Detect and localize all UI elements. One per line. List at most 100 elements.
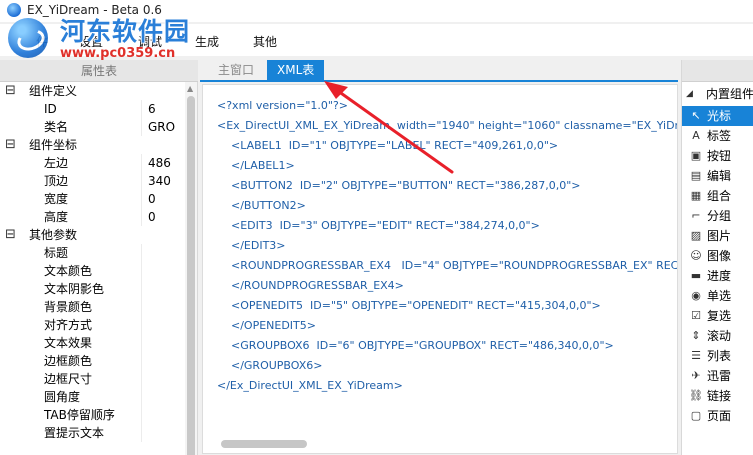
control-item-label: 标签 — [707, 129, 732, 143]
property-name: 左边 — [44, 156, 69, 170]
property-value[interactable]: 486 — [148, 154, 171, 172]
property-value[interactable]: GRO — [148, 118, 175, 136]
title-bar: EX_YiDream - Beta 0.6 — [0, 0, 753, 22]
scrollbar-thumb[interactable] — [187, 96, 195, 455]
property-row[interactable]: 背景颜色 — [0, 298, 185, 316]
column-divider — [141, 298, 142, 316]
menu-file[interactable]: 件 — [36, 33, 48, 50]
menu-settings[interactable]: 设置 — [79, 33, 103, 50]
collapse-icon[interactable]: ⊟ — [5, 82, 19, 100]
property-value[interactable]: 340 — [148, 172, 171, 190]
menu-other[interactable]: 其他 — [253, 33, 277, 50]
property-name: 高度 — [44, 210, 69, 224]
menu-build[interactable]: 生成 — [195, 33, 219, 50]
control-item[interactable]: ☑ 复选 — [682, 306, 753, 326]
control-item[interactable]: ▤ 编辑 — [682, 166, 753, 186]
button-icon: ▣ — [690, 149, 702, 162]
control-item[interactable]: ▨ 图片 — [682, 226, 753, 246]
property-row[interactable]: 边框尺寸 — [0, 370, 185, 388]
property-row[interactable]: 边框颜色 — [0, 352, 185, 370]
property-row[interactable]: TAB停留顺序 — [0, 406, 185, 424]
property-value[interactable]: 6 — [148, 100, 156, 118]
collapse-icon[interactable]: ⊟ — [5, 226, 19, 244]
control-item-label: 复选 — [707, 309, 732, 323]
property-name: 对齐方式 — [44, 318, 93, 332]
column-divider — [141, 280, 142, 298]
scroll-up-icon[interactable]: ▲ — [187, 84, 193, 93]
property-group[interactable]: ⊟ 组件定义 — [0, 82, 185, 100]
property-name: 边框颜色 — [44, 354, 93, 368]
control-item-label: 进度 — [707, 269, 732, 283]
control-item[interactable]: ▣ 按钮 — [682, 146, 753, 166]
property-row[interactable]: 置提示文本 — [0, 424, 185, 442]
property-group-name: 组件坐标 — [29, 138, 78, 152]
property-row[interactable]: 文本颜色 — [0, 262, 185, 280]
menu-debug[interactable]: 调试 — [138, 33, 162, 50]
property-scrollbar[interactable]: ▲ — [185, 82, 197, 455]
horizontal-scrollbar-thumb[interactable] — [221, 440, 307, 448]
property-name: 顶边 — [44, 174, 69, 188]
code-line: <OPENEDIT5 ID="5" OBJTYPE="OPENEDIT" REC… — [217, 299, 601, 312]
xml-editor[interactable]: <?xml version="1.0"?> <Ex_DirectUI_XML_E… — [202, 84, 678, 454]
control-item-label: 滚动 — [707, 329, 732, 343]
property-value[interactable]: 0 — [148, 190, 156, 208]
property-group[interactable]: ⊟ 组件坐标 — [0, 136, 185, 154]
window-title: EX_YiDream - Beta 0.6 — [27, 3, 162, 17]
control-item[interactable]: ✈ 迅雷 — [682, 366, 753, 386]
controls-panel-header — [682, 60, 753, 82]
control-item[interactable]: ⛓ 链接 — [682, 386, 753, 406]
control-item[interactable]: ▬ 进度 — [682, 266, 753, 286]
property-row[interactable]: 文本效果 — [0, 334, 185, 352]
code-line: </LABEL1> — [217, 159, 295, 172]
control-item[interactable]: ◉ 单选 — [682, 286, 753, 306]
control-item[interactable]: ⇕ 滚动 — [682, 326, 753, 346]
scroll-icon: ⇕ — [691, 329, 701, 342]
code-line: <Ex_DirectUI_XML_EX_YiDream width="1940"… — [217, 119, 678, 132]
property-row[interactable]: 标题 — [0, 244, 185, 262]
property-row[interactable]: 高度 0 — [0, 208, 185, 226]
property-name: 圆角度 — [44, 390, 81, 404]
control-item-label: 单选 — [707, 289, 732, 303]
property-name: 类名 — [44, 120, 69, 134]
app-icon — [7, 3, 21, 17]
property-row[interactable]: 类名 GRO — [0, 118, 185, 136]
edit-icon: ▤ — [690, 169, 702, 182]
code-line: <GROUPBOX6 ID="6" OBJTYPE="GROUPBOX" REC… — [217, 339, 614, 352]
control-item[interactable]: ⌐ 分组 — [682, 206, 753, 226]
property-group-name: 其他参数 — [29, 228, 78, 242]
property-row[interactable]: 顶边 340 — [0, 172, 185, 190]
code-line: </BUTTON2> — [217, 199, 306, 212]
column-divider — [141, 172, 142, 190]
property-row[interactable]: 文本阴影色 — [0, 280, 185, 298]
control-item-label: 列表 — [707, 349, 732, 363]
expand-icon[interactable]: ◢ — [686, 85, 693, 103]
column-divider — [141, 208, 142, 226]
property-group[interactable]: ⊟ 其他参数 — [0, 226, 185, 244]
control-item[interactable]: ▦ 组合 — [682, 186, 753, 206]
column-divider — [141, 154, 142, 172]
property-value[interactable]: 0 — [148, 208, 156, 226]
tab-main-window[interactable]: 主窗口 — [208, 60, 264, 80]
control-item[interactable]: ↖ 光标 — [682, 106, 753, 126]
control-item[interactable]: ☰ 列表 — [682, 346, 753, 366]
code-line: <BUTTON2 ID="2" OBJTYPE="BUTTON" RECT="3… — [217, 179, 581, 192]
property-row[interactable]: 对齐方式 — [0, 316, 185, 334]
collapse-icon[interactable]: ⊟ — [5, 136, 19, 154]
list-icon: ☰ — [691, 349, 701, 362]
property-row[interactable]: 宽度 0 — [0, 190, 185, 208]
tab-xml[interactable]: XML表 — [267, 60, 325, 80]
page-icon: ▢ — [690, 409, 702, 422]
control-item[interactable]: ☺ 图像 — [682, 246, 753, 266]
property-row[interactable]: 左边 486 — [0, 154, 185, 172]
property-row[interactable]: 圆角度 — [0, 388, 185, 406]
control-item[interactable]: A 标签 — [682, 126, 753, 146]
property-panel-header: 属性表 — [0, 60, 198, 82]
property-name: 宽度 — [44, 192, 69, 206]
control-item[interactable]: ▢ 页面 — [682, 406, 753, 426]
property-group-name: 组件定义 — [29, 84, 78, 98]
control-item-label: 图像 — [707, 249, 732, 263]
combo-icon: ▦ — [690, 189, 702, 202]
property-list: ⊟ 组件定义 ID 6 类名 GRO ⊟ 组件坐标 左边 486 顶边 340 — [0, 82, 185, 442]
column-divider — [141, 244, 142, 262]
property-row[interactable]: ID 6 — [0, 100, 185, 118]
